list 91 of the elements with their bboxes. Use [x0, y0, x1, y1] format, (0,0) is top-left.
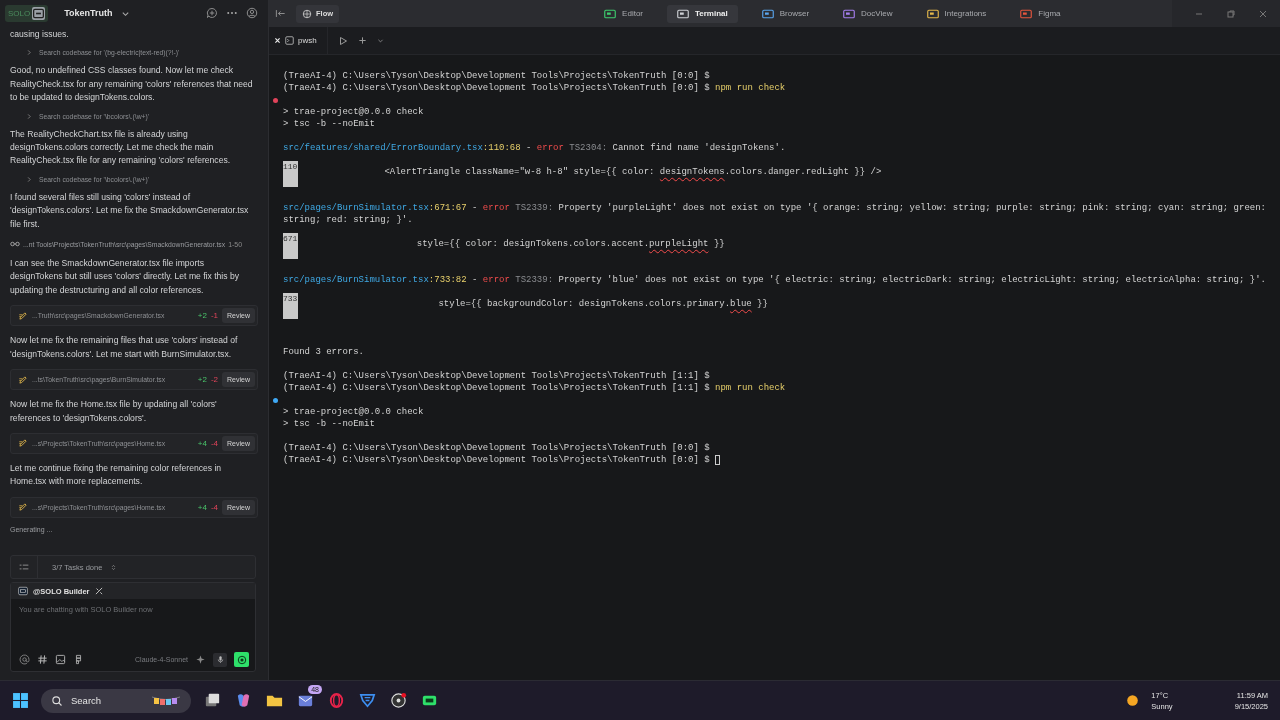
send-button[interactable]: [234, 652, 249, 667]
pencil-icon: [18, 374, 28, 385]
pencil-icon: [18, 502, 28, 513]
lines-removed: -2: [210, 375, 219, 385]
recorder-app-icon[interactable]: [389, 691, 408, 710]
shell-prompt: (TraeAI-4) C:\Users\Tyson\Desktop\Development Tools\Projects\TokenTruth [1:1] $: [283, 370, 710, 382]
shield-app-icon[interactable]: [358, 691, 377, 710]
run-icon[interactable]: [337, 35, 348, 46]
line-number: 671: [283, 233, 298, 259]
sun-icon[interactable]: [1126, 694, 1140, 707]
up-down-icon: [110, 563, 118, 571]
figma-icon[interactable]: [73, 654, 84, 665]
windows-start-icon[interactable]: [12, 692, 29, 709]
chat-message: Let me continue fixing the remaining color references in Home.tsx with more replacements.: [10, 461, 223, 489]
shell-prompt: (TraeAI-4) C:\Users\Tyson\Desktop\Development Tools\Projects\TokenTruth [0:0] $: [283, 70, 710, 82]
shell-prompt: (TraeAI-4) C:\Users\Tyson\Desktop\Development Tools\Projects\TokenTruth [0:0] $: [283, 82, 710, 94]
lines-added: +4: [197, 502, 207, 512]
tab-icon: [761, 8, 774, 19]
globe-icon: [302, 8, 312, 19]
chevron-right-icon[interactable]: [26, 49, 33, 57]
new-chat-icon[interactable]: [206, 7, 218, 19]
microphone-icon: [215, 655, 225, 664]
chat-message: I can see the SmackdownGenerator.tsx file imports designTokens but still uses 'colors' directly. Let me fix this by updating the destructuring and all color references.: [10, 257, 241, 297]
taskbar-search[interactable]: Search: [41, 688, 191, 713]
chat-message: The RealityCheckChart.tsx file is already using designTokens.colors correctly. Let me check the main RealityCheck.tsx file for any remaining 'colors' references.: [10, 127, 232, 168]
agent-icon: [18, 586, 28, 596]
tab-icon: [926, 8, 939, 19]
chat-message: I found several files still using 'colors' instead of 'designTokens.colors'. Let me fix the SmackdownGenerator.tsx file first.: [10, 190, 250, 231]
target-icon: [236, 654, 247, 665]
chat-message: Now let me fix the Home.tsx file by updating all 'colors' references to 'designTokens.colors'.: [10, 398, 218, 425]
code-line: style={{ backgroundColor: designTokens.colors.primary.blue }}: [437, 298, 768, 310]
sparkle-icon[interactable]: [195, 654, 206, 665]
view-tab[interactable]: Editor: [594, 4, 653, 23]
hash-icon[interactable]: [37, 654, 48, 665]
lines-removed: -4: [210, 438, 219, 448]
app-logo: SOLO: [5, 4, 49, 22]
lines-removed: -4: [210, 502, 219, 512]
account-icon[interactable]: [246, 7, 258, 19]
chat-message: Now let me fix the remaining files that use 'colors' instead of 'designTokens.colors'. Let me start with BurnSimulator.tsx.: [10, 334, 239, 361]
view-tab[interactable]: Figma: [1010, 4, 1071, 23]
line-number: 110: [283, 161, 298, 187]
error-message: src/features/shared/ErrorBoundary.tsx:110:68 - error TS2304: Cannot find name 'designTokens'.: [283, 142, 786, 154]
shell-tab[interactable]: pwsh: [274, 27, 328, 54]
image-icon[interactable]: [55, 654, 66, 665]
microphone-button[interactable]: [213, 652, 227, 667]
lines-added: +4: [197, 438, 207, 448]
output-line: > tsc -b --noEmit: [283, 118, 375, 130]
restore-icon[interactable]: [1226, 8, 1236, 19]
lines-added: +2: [197, 375, 207, 385]
list-icon: [19, 562, 29, 572]
pencil-icon: [18, 310, 28, 321]
view-tab[interactable]: Browser: [751, 4, 820, 23]
tab-icon: [677, 8, 689, 19]
error-message: src/pages/BurnSimulator.tsx:671:67 - error TS2339: Property 'purpleLight' does not exist on type '{ orange: string; yellow: string; purple: string; pink: string; cyan: string; green: string; red: string; }'.: [283, 202, 1267, 226]
close-icon[interactable]: [274, 37, 281, 44]
view-tab[interactable]: DocView: [833, 4, 903, 23]
shell-prompt: (TraeAI-4) C:\Users\Tyson\Desktop\Development Tools\Projects\TokenTruth [0:0] $: [283, 442, 710, 454]
ring-app-icon[interactable]: [327, 691, 346, 710]
code-line: style={{ color: designTokens.colors.accent.purpleLight }}: [415, 238, 725, 250]
chevron-right-icon[interactable]: [26, 112, 33, 120]
shell-command: npm run check: [715, 82, 786, 94]
view-tab[interactable]: Terminal: [667, 4, 738, 23]
collapse-sidebar-icon[interactable]: [275, 8, 286, 19]
mention-icon[interactable]: [19, 654, 30, 665]
tab-icon: [604, 8, 617, 19]
lines-added: +2: [197, 311, 207, 321]
tab-icon: [843, 8, 856, 19]
tools-icon[interactable]: [94, 586, 105, 596]
terminal-icon: [285, 36, 294, 45]
lines-removed: -1: [210, 311, 219, 321]
line-number: 733: [283, 293, 298, 319]
chat-message: causing issues.: [10, 28, 70, 41]
plus-icon[interactable]: [357, 36, 367, 45]
search-label: Search: [71, 695, 102, 706]
view-tab[interactable]: Integrations: [916, 4, 997, 23]
shell-command: npm run check: [715, 382, 786, 394]
tab-icon: [1020, 8, 1033, 19]
pencil-icon: [18, 438, 28, 449]
code-line: <AlertTriangle className="w-8 h-8" style={{ color: designTokens.colors.danger.redLight }} />: [383, 166, 882, 178]
output-line: > trae-project@0.0.0 check: [283, 406, 424, 418]
search-icon: [51, 694, 63, 707]
chevron-right-icon[interactable]: [26, 175, 33, 183]
chat-message: Good, no undefined CSS classes found. Now let me check RealityCheck.tsx for any remaining 'colors' references that need to be updated to designTokens.colors.: [10, 64, 254, 105]
project-selector[interactable]: TokenTruth: [64, 8, 113, 18]
bunting-flags-icon: [151, 694, 181, 707]
output-line: > trae-project@0.0.0 check: [283, 106, 424, 118]
output-line: > tsc -b --noEmit: [283, 418, 375, 430]
shell-prompt: (TraeAI-4) C:\Users\Tyson\Desktop\Development Tools\Projects\TokenTruth [0:0] $: [283, 454, 710, 466]
output-line: Found 3 errors.: [283, 346, 364, 358]
shell-prompt: (TraeAI-4) C:\Users\Tyson\Desktop\Development Tools\Projects\TokenTruth [1:1] $: [283, 382, 710, 394]
error-message: src/pages/BurnSimulator.tsx:733:82 - error TS2339: Property 'blue' does not exist on type '{ electric: string; electricDark: string; electricLight: string; electricAlpha: string; }'.: [283, 274, 1266, 286]
